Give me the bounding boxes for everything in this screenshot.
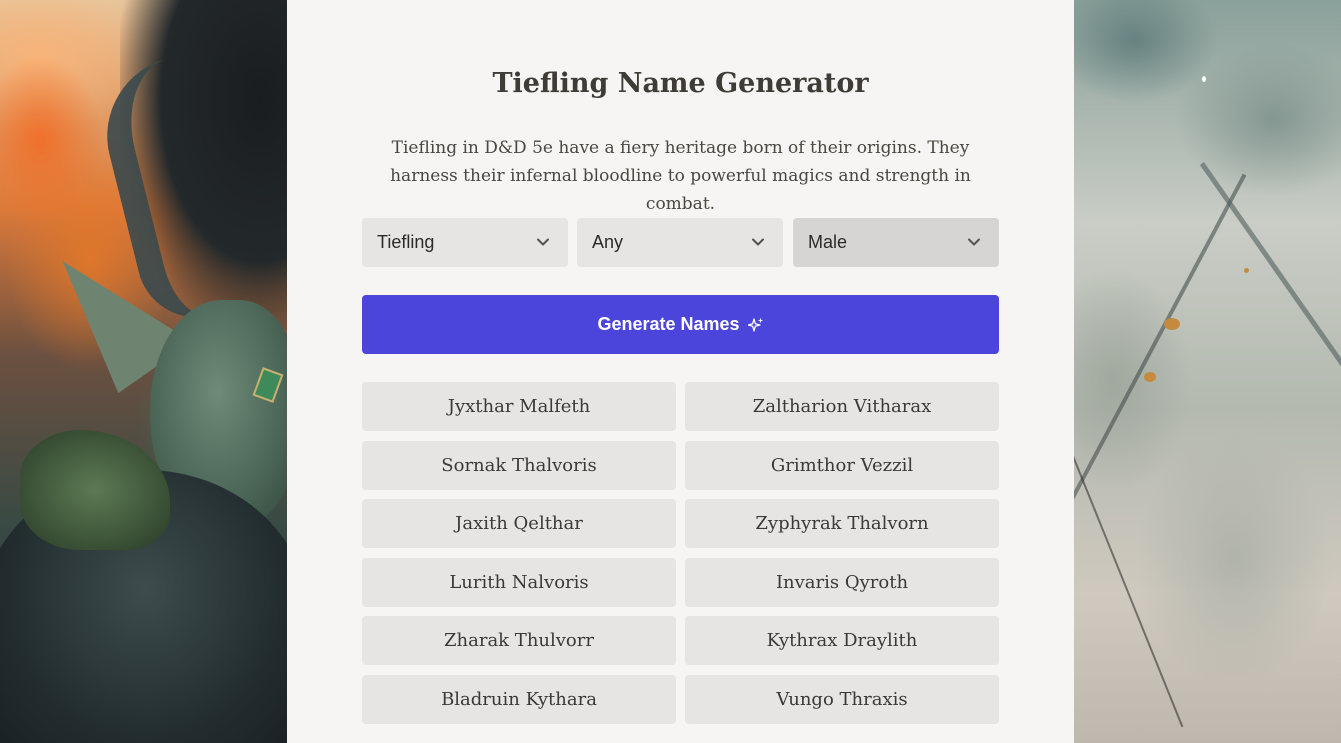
generate-names-button[interactable]: Generate Names: [362, 295, 999, 354]
page-description: Tiefling in D&D 5e have a fiery heritage…: [390, 138, 971, 214]
brush-stroke: [1074, 173, 1247, 547]
race-select[interactable]: Tiefling: [362, 218, 568, 267]
sparkle-icon: [747, 317, 763, 332]
brush-stroke: [1199, 162, 1341, 378]
type-select[interactable]: Any: [577, 218, 783, 267]
chevron-down-icon: [537, 238, 549, 246]
name-result[interactable]: Kythrax Draylith: [685, 616, 999, 665]
name-result[interactable]: Vungo Thraxis: [685, 675, 999, 724]
name-result[interactable]: Bladruin Kythara: [362, 675, 676, 724]
collar-shape: [20, 430, 170, 550]
name-result[interactable]: Zyphyrak Thalvorn: [685, 499, 999, 548]
name-result[interactable]: Lurith Nalvoris: [362, 558, 676, 607]
watercolor-artwork-right: [1074, 0, 1341, 743]
generator-panel: Tiefling Name Generator Tiefling in D&D …: [287, 0, 1074, 743]
name-result[interactable]: Jaxith Qelthar: [362, 499, 676, 548]
paint-blot: [1244, 268, 1249, 273]
gender-select[interactable]: Male: [793, 218, 999, 267]
paint-blot: [1164, 318, 1180, 330]
page-title: Tiefling Name Generator: [492, 68, 869, 99]
name-result[interactable]: Zharak Thulvorr: [362, 616, 676, 665]
name-result[interactable]: Invaris Qyroth: [685, 558, 999, 607]
name-result[interactable]: Sornak Thalvoris: [362, 441, 676, 490]
type-select-value: Any: [592, 232, 624, 252]
filter-selects: Tiefling Any Male: [362, 218, 999, 267]
chevron-down-icon: [752, 238, 764, 246]
name-result[interactable]: Grimthor Vezzil: [685, 441, 999, 490]
gender-select-value: Male: [808, 232, 848, 252]
brush-stroke: [1074, 392, 1184, 728]
name-result[interactable]: Jyxthar Malfeth: [362, 382, 676, 431]
generate-names-label: Generate Names: [597, 314, 740, 334]
paint-blot: [1144, 372, 1156, 382]
name-result[interactable]: Zaltharion Vitharax: [685, 382, 999, 431]
race-select-value: Tiefling: [377, 232, 435, 252]
tiefling-artwork-left: [0, 0, 287, 743]
chevron-down-icon: [968, 238, 980, 246]
paint-blot: [1202, 76, 1206, 82]
